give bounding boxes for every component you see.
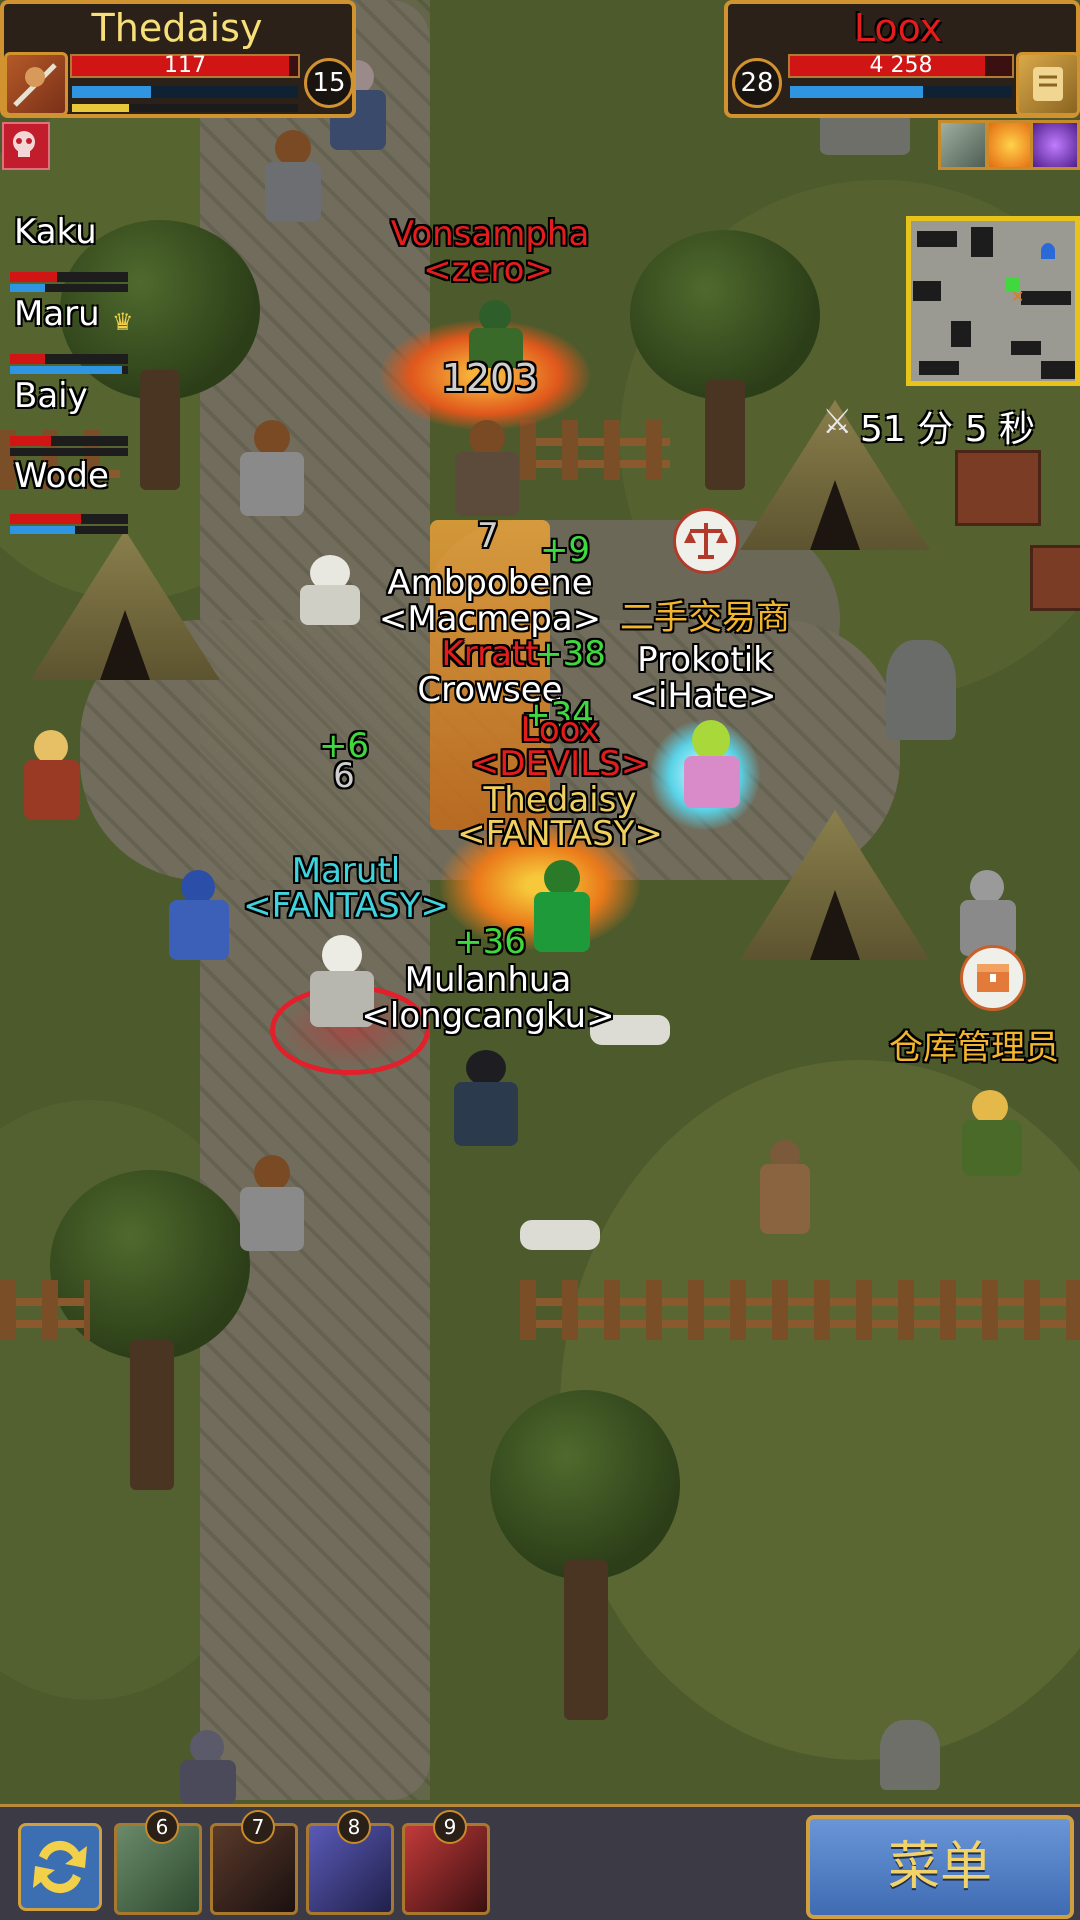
target-hp-bar: 4 258 <box>788 54 1014 78</box>
party-member-name[interactable]: Kaku <box>14 212 97 252</box>
fence <box>0 1280 90 1340</box>
skeleton-remains <box>520 1220 600 1250</box>
damage-number: 6 <box>333 756 355 796</box>
gravestone <box>886 640 956 740</box>
damage-number: 7 <box>477 516 499 556</box>
player-mp-bar <box>72 86 298 98</box>
minimap-home-marker <box>1041 243 1055 259</box>
enemy-guild-devils: <DEVILS> <box>470 744 650 784</box>
party-member-name[interactable]: Maru <box>14 294 100 334</box>
party-leader-crown-icon: ♛ <box>112 308 134 336</box>
party-mp-bar <box>10 526 128 534</box>
hotbar-slot-number: 6 <box>145 1810 179 1844</box>
party-member-name[interactable]: Wode <box>14 456 109 496</box>
hotbar-slot-number: 8 <box>337 1810 371 1844</box>
player-name-thedaisy[interactable]: Thedaisy <box>484 782 637 818</box>
swap-arrows-icon[interactable] <box>18 1823 102 1911</box>
chest-icon[interactable] <box>960 945 1026 1011</box>
player-guild-longcangku: <longcangku> <box>361 996 615 1036</box>
player-name-mulanhua[interactable]: Mulanhua <box>405 962 572 998</box>
hotbar-slot[interactable]: 7 <box>210 1810 298 1915</box>
crate <box>955 450 1041 526</box>
npc-guild-ihate: <iHate> <box>629 676 777 716</box>
party-hp-bar <box>10 354 128 364</box>
fence <box>520 420 670 480</box>
fire-swirl-buff-icon[interactable] <box>986 120 1036 170</box>
hotbar-slot-number: 9 <box>433 1810 467 1844</box>
red-skull-icon[interactable] <box>2 122 50 170</box>
player-guild-fantasy: <FANTASY> <box>457 814 663 854</box>
player-xp-bar <box>72 104 298 112</box>
warrior-portrait-icon[interactable] <box>4 52 68 116</box>
target-name: Loox <box>853 6 943 50</box>
scroll-icon[interactable] <box>1016 52 1080 116</box>
rock <box>880 1720 940 1790</box>
heal-number: +38 <box>534 634 606 674</box>
event-timer: 51 分 5 秒 <box>860 409 1036 450</box>
target-status-panel[interactable]: Loox 28 4 258 <box>724 0 1080 118</box>
minimap[interactable]: ✕ <box>906 216 1080 386</box>
player-guild-macmepa: <Macmepa> <box>378 599 602 639</box>
ally-guild-fantasy: <FANTASY> <box>243 886 449 926</box>
party-mp-bar <box>10 448 128 456</box>
party-mp-bar <box>10 284 128 292</box>
ally-name-marutl[interactable]: Marutl <box>292 853 400 889</box>
heal-number: +36 <box>454 922 526 962</box>
scales-icon[interactable] <box>673 508 739 574</box>
hotbar-slot[interactable]: 8 <box>306 1810 394 1915</box>
hotbar: 6 7 8 9 菜单 <box>0 1804 1080 1920</box>
stone-buff-icon[interactable] <box>938 120 988 170</box>
hotbar-slot-number: 7 <box>241 1810 275 1844</box>
target-hp-text: 4 258 <box>869 53 933 78</box>
party-mp-bar <box>10 366 128 374</box>
target-mp-bar <box>790 86 1012 98</box>
purple-star-buff-icon[interactable] <box>1030 120 1080 170</box>
enemy-name-loox[interactable]: Loox <box>520 712 599 748</box>
damage-number: 1203 <box>441 356 539 400</box>
party-member-name[interactable]: Baiy <box>14 376 88 416</box>
hotbar-slot[interactable]: 6 <box>114 1810 202 1915</box>
player-name-ambpobene[interactable]: Ambpobene <box>387 565 592 601</box>
player-status-panel: Thedaisy 117 15 <box>0 0 356 118</box>
party-hp-bar <box>10 272 128 282</box>
crate <box>1030 545 1080 611</box>
player-level-badge: 15 <box>304 58 354 108</box>
minimap-target-marker: ✕ <box>1011 287 1025 306</box>
hotbar-slot[interactable]: 9 <box>402 1810 490 1915</box>
party-hp-bar <box>10 436 128 446</box>
player-name: Thedaisy <box>91 6 263 50</box>
npc-name-prokotik[interactable]: Prokotik <box>637 642 773 678</box>
party-hp-bar <box>10 514 128 524</box>
enemy-guild-zero: <zero> <box>423 250 553 290</box>
target-level-badge: 28 <box>732 58 782 108</box>
npc-title-trader[interactable]: 二手交易商 <box>620 600 790 636</box>
sword-icon: ⚔ <box>822 402 853 442</box>
enemy-name-vonsampha[interactable]: Vonsampha <box>391 216 590 252</box>
npc-title-warehouse[interactable]: 仓库管理员 <box>889 1030 1059 1066</box>
menu-button[interactable]: 菜单 <box>806 1815 1074 1919</box>
fence <box>520 1280 1080 1340</box>
player-hp-text: 117 <box>164 53 206 78</box>
enemy-name-krratt[interactable]: Krratt <box>441 636 538 672</box>
player-hp-bar: 117 <box>70 54 300 78</box>
